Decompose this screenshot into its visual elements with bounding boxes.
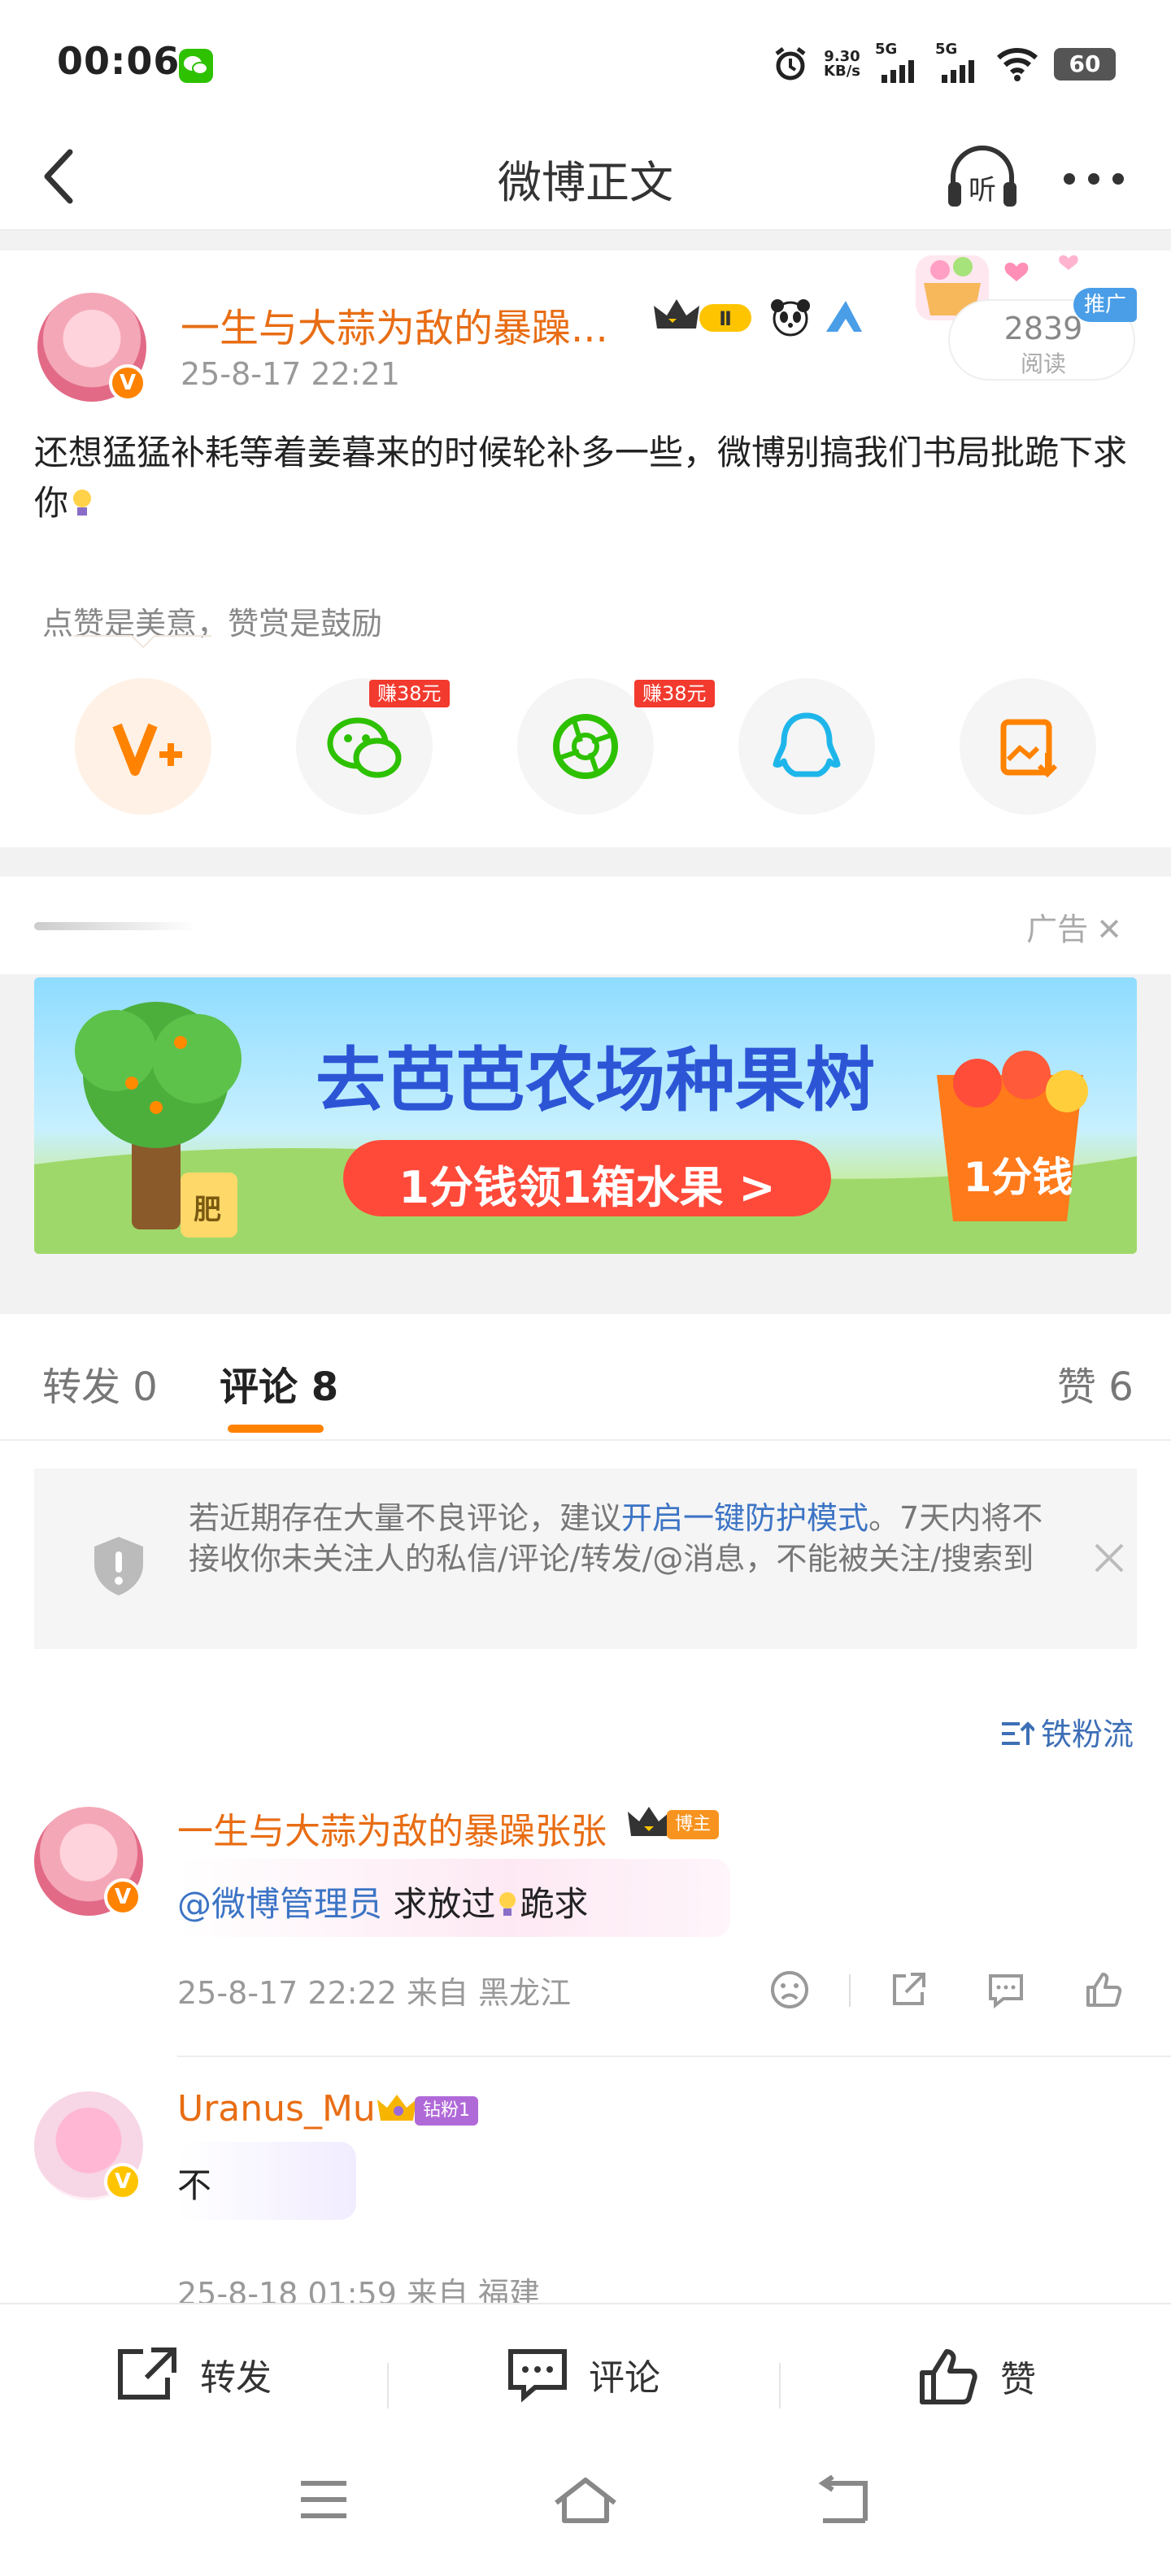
moments-aperture-icon (553, 714, 618, 779)
ad-banner-pot-label: 肥 (194, 1194, 221, 1226)
post-time: 25-8-17 22:21 (181, 356, 400, 392)
save-image-button[interactable] (960, 678, 1096, 815)
sort-fans-button[interactable]: 铁粉流 (1000, 1709, 1134, 1754)
shark-emoji-icon (821, 296, 867, 338)
ad-banner[interactable]: 去芭芭农场种果树 1分钱领1箱水果 > 1分钱 肥 (34, 977, 1137, 1254)
ad-loading-bar (34, 922, 197, 930)
earn-badge: 赚38元 (634, 680, 715, 707)
back-nav-button[interactable] (815, 2474, 873, 2530)
svg-text:Ⅱ: Ⅱ (719, 307, 732, 330)
repost-button[interactable]: 转发 (114, 2345, 272, 2404)
share-qq-button[interactable] (738, 678, 875, 815)
comment-meta: 25-8-17 22:22 来自 黑龙江 (177, 1975, 572, 2011)
ad-banner-price: 1分钱 (963, 1154, 1073, 1201)
share-arrow-icon (893, 1973, 925, 2005)
close-icon[interactable]: ✕ (1096, 912, 1122, 947)
comment-text: 不 (177, 2165, 212, 2205)
panda-emoji-icon (768, 296, 813, 338)
image-download-icon (1000, 719, 1058, 778)
fan-level-badge: 钻粉1 (415, 2096, 478, 2126)
enable-protection-link[interactable]: 开启一键防护模式 (621, 1500, 868, 1536)
network-speed: 9.30 KB/s (824, 48, 860, 80)
listen-button[interactable]: 听 (942, 138, 1023, 216)
clock: 00:06 (57, 39, 181, 83)
sort-icon (1001, 1721, 1036, 1745)
vip-reward-button[interactable] (75, 678, 211, 815)
status-bar: 00:06 9.30 KB/s 5G 5G 60 (0, 0, 1171, 122)
protection-notice: 若近期存在大量不良评论，建议开启一键防护模式。7天内将不接收你未关注人的私信/评… (34, 1469, 1137, 1649)
svg-text:听: 听 (969, 174, 996, 207)
read-label: 阅读 (1020, 350, 1066, 377)
status-icons: 9.30 KB/s 5G 5G 60 (772, 41, 1116, 83)
verified-badge-icon: V (109, 364, 146, 402)
verified-badge-icon: V (104, 1878, 141, 1916)
battery-indicator: 60 (1054, 48, 1116, 80)
earn-badge: 赚38元 (369, 680, 450, 707)
wifi-icon (996, 48, 1038, 81)
commenter-name[interactable]: Uranus_Mu (177, 2088, 376, 2130)
tab-bar: 转发 0 评论 8 赞 6 (0, 1314, 1171, 1441)
post-card: V 一生与大蒜为敌的暴躁... Ⅱ 25-8-17 22:21 2839 阅读 … (0, 250, 1171, 847)
comment-icon (508, 2349, 567, 2403)
ad-header: 广告 ✕ (0, 877, 1171, 974)
menu-icon (301, 2481, 346, 2518)
wechat-notification-icon (179, 49, 213, 83)
shield-icon (88, 1534, 150, 1599)
like-comment-button[interactable] (1083, 1969, 1124, 2010)
share-moments-button[interactable] (517, 678, 654, 815)
more-options-button[interactable] (1057, 163, 1130, 195)
like-button[interactable]: 赞 (917, 2345, 1036, 2407)
action-separator (779, 2363, 781, 2408)
mention-link[interactable]: @微博管理员 (177, 1884, 382, 1924)
tab-repost[interactable]: 转发 0 (42, 1355, 158, 1412)
back-arrow-icon (818, 2474, 868, 2523)
tip-pointer (73, 634, 211, 651)
tab-like[interactable]: 赞 6 (1057, 1355, 1134, 1412)
notice-text: 若近期存在大量不良评论，建议开启一键防护模式。7天内将不接收你未关注人的私信/评… (189, 1500, 1043, 1577)
signal-icon-sim1: 5G (875, 41, 921, 83)
alarm-icon (775, 47, 806, 80)
dislike-button[interactable] (769, 1969, 810, 2010)
tab-comment[interactable]: 评论 8 (220, 1355, 338, 1412)
home-icon (555, 2478, 616, 2523)
meta-divider (849, 1974, 851, 2007)
active-tab-indicator (228, 1425, 324, 1433)
reply-comment-button[interactable] (986, 1969, 1026, 2010)
comment-section: 若近期存在大量不良评论，建议开启一键防护模式。7天内将不接收你未关注人的私信/评… (0, 1441, 1171, 2303)
menu-nav-button[interactable] (298, 2475, 350, 2527)
comment-bubble-icon (989, 1974, 1023, 2009)
nav-bar: 微博正文 听 (0, 122, 1171, 231)
comment-button[interactable]: 评论 (506, 2345, 660, 2404)
promo-tag: 推广 (1073, 288, 1137, 322)
comment-text: @微博管理员 求放过 跪求 (177, 1884, 589, 1924)
close-notice-button[interactable] (1091, 1540, 1127, 1576)
ad-banner-title: 去芭芭农场种果树 (316, 1040, 875, 1121)
bottom-action-bar: 转发 评论 赞 (0, 2303, 1171, 2576)
close-icon (1095, 1543, 1124, 1573)
thumbs-up-icon (1086, 1973, 1122, 2007)
vip-crown-icon: Ⅱ (651, 296, 758, 338)
frown-face-icon (771, 1971, 808, 2008)
author-badge: 博主 (667, 1810, 720, 1839)
home-nav-button[interactable] (551, 2475, 620, 2530)
bulb-emoji-icon (495, 1889, 520, 1920)
thumbs-up-icon (920, 2349, 977, 2404)
action-separator (387, 2363, 389, 2408)
bulb-emoji-icon (68, 483, 96, 516)
comment-meta: 25-8-18 01:59 来自 福建 (177, 2276, 541, 2303)
qq-penguin-icon (773, 712, 841, 777)
headphones-listen-icon: 听 (948, 146, 1016, 207)
ad-banner-cta[interactable]: 1分钱领1箱水果 > (343, 1151, 831, 1216)
repost-comment-button[interactable] (888, 1969, 929, 2010)
ad-label[interactable]: 广告 ✕ (1026, 904, 1122, 949)
comment-divider (177, 2056, 1171, 2057)
verified-badge-icon: V (104, 2163, 141, 2200)
repost-icon (118, 2348, 176, 2400)
commenter-name[interactable]: 一生与大蒜为敌的暴躁张张 (177, 1802, 607, 1854)
more-dots-icon (1064, 173, 1124, 185)
signal-icon-sim2: 5G (935, 41, 981, 83)
post-text: 还想猛猛补耗等着姜暮来的时候轮补多一些，微博别搞我们书局批跪下求你 (34, 433, 1128, 523)
v-plus-icon (112, 723, 182, 776)
author-name[interactable]: 一生与大蒜为敌的暴躁... (181, 296, 608, 353)
